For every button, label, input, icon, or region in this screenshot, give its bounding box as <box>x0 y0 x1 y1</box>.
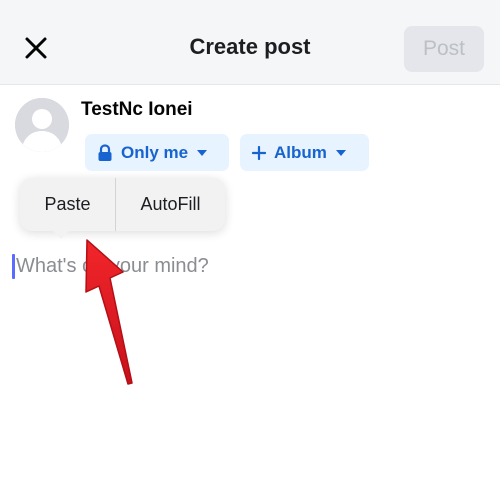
plus-icon <box>252 145 266 160</box>
paste-menu-item[interactable]: Paste <box>20 178 115 231</box>
context-menu-pointer <box>51 229 71 239</box>
author-name: TestNc Ionei <box>81 99 193 120</box>
privacy-selector-button[interactable]: Only me <box>85 134 229 171</box>
album-label: Album <box>274 142 327 162</box>
post-composer-input[interactable]: What's on your mind? <box>16 255 209 278</box>
lock-icon <box>98 143 112 161</box>
create-post-screen: Create post Post TestNc Ionei Only me Al… <box>0 0 500 482</box>
edit-context-menu: Paste AutoFill <box>20 178 225 231</box>
autofill-menu-item[interactable]: AutoFill <box>116 178 225 231</box>
caret-down-icon <box>197 149 208 156</box>
caret-down-icon <box>335 149 346 156</box>
album-selector-button[interactable]: Album <box>240 134 369 171</box>
post-button[interactable]: Post <box>404 26 484 72</box>
privacy-label: Only me <box>121 142 189 162</box>
text-cursor <box>12 254 15 279</box>
default-avatar-icon <box>15 98 69 152</box>
header-bar: Create post Post <box>0 0 500 85</box>
avatar <box>15 98 69 152</box>
